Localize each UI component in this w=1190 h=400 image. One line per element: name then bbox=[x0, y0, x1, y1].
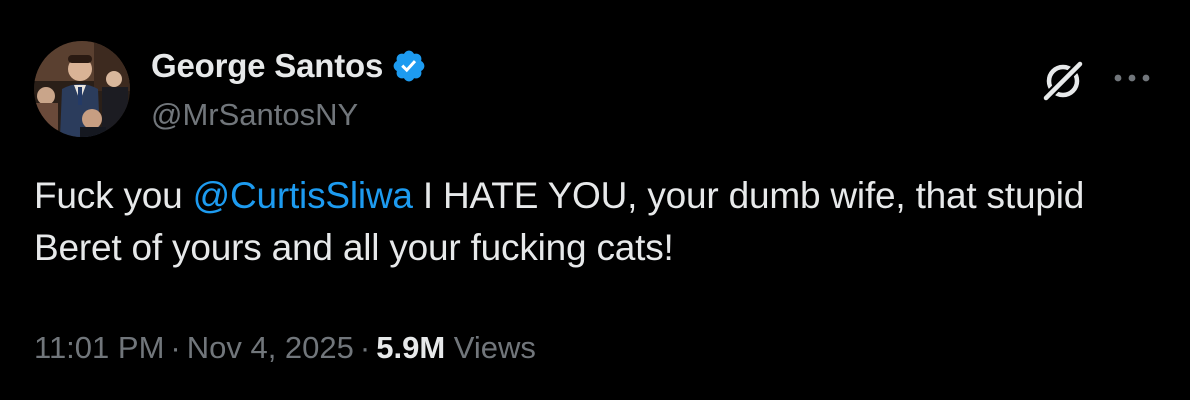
tweet-text-part: Fuck you bbox=[34, 175, 193, 216]
separator: · bbox=[170, 330, 181, 365]
tweet-time[interactable]: 11:01 PM bbox=[34, 330, 164, 365]
verified-badge-icon bbox=[391, 48, 427, 84]
mention-link[interactable]: @CurtisSliwa bbox=[193, 175, 413, 216]
tweet-card: George Santos @MrSantosNY Fuck you @Curt… bbox=[0, 0, 1190, 400]
tweet-meta: 11:01 PM · Nov 4, 2025 · 5.9M Views bbox=[34, 326, 536, 370]
views-count: 5.9M bbox=[376, 330, 446, 365]
avatar[interactable] bbox=[34, 41, 130, 137]
author-display-name[interactable]: George Santos bbox=[151, 46, 383, 86]
tweet-text: Fuck you @CurtisSliwa I HATE YOU, your d… bbox=[34, 170, 1144, 274]
author-handle[interactable]: @MrSantosNY bbox=[151, 95, 358, 135]
grok-icon[interactable] bbox=[1040, 58, 1086, 104]
author-name-row: George Santos bbox=[151, 46, 427, 86]
separator: · bbox=[359, 330, 371, 365]
more-options-icon[interactable] bbox=[1112, 70, 1152, 86]
tweet-date[interactable]: Nov 4, 2025 bbox=[187, 330, 354, 365]
avatar-photo bbox=[34, 41, 130, 137]
views-label: Views bbox=[453, 330, 536, 365]
